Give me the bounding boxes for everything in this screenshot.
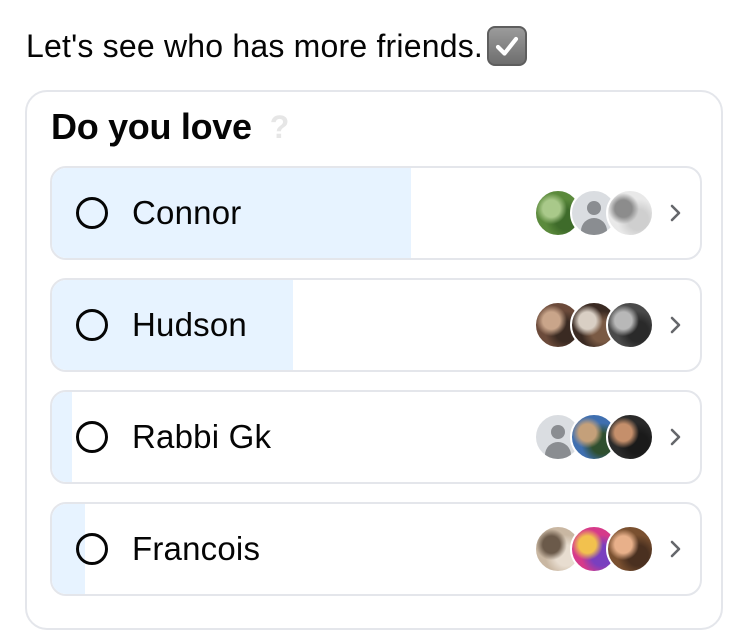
avatar bbox=[606, 189, 654, 237]
vote-share-bar bbox=[52, 392, 72, 482]
voter-avatar-stack[interactable] bbox=[534, 189, 654, 237]
chevron-right-icon[interactable] bbox=[666, 310, 686, 340]
caption-text: Let's see who has more friends. bbox=[26, 27, 483, 64]
post-caption: Let's see who has more friends. bbox=[26, 26, 527, 66]
poll-option[interactable]: Hudson bbox=[50, 278, 702, 372]
poll-card: Do you love ? Connor Hudson Rabbi Gk Franco… bbox=[25, 90, 723, 630]
poll-question: Do you love bbox=[51, 106, 252, 147]
question-mark-icon[interactable]: ? bbox=[270, 111, 290, 143]
radio-button[interactable] bbox=[76, 533, 108, 565]
voter-avatar-stack[interactable] bbox=[534, 525, 654, 573]
poll-option-label: Francois bbox=[132, 530, 261, 567]
chevron-right-icon[interactable] bbox=[666, 534, 686, 564]
avatar bbox=[606, 301, 654, 349]
poll-option-label: Rabbi Gk bbox=[132, 418, 272, 455]
voter-avatar-stack[interactable] bbox=[534, 413, 654, 461]
radio-button[interactable] bbox=[76, 421, 108, 453]
poll-option[interactable]: Francois bbox=[50, 502, 702, 596]
chevron-right-icon[interactable] bbox=[666, 422, 686, 452]
poll-option-label: Hudson bbox=[132, 306, 247, 343]
voter-avatar-stack[interactable] bbox=[534, 301, 654, 349]
avatar bbox=[606, 525, 654, 573]
poll-header: Do you love ? bbox=[51, 106, 289, 148]
poll-option[interactable]: Connor bbox=[50, 166, 702, 260]
poll-option[interactable]: Rabbi Gk bbox=[50, 390, 702, 484]
radio-button[interactable] bbox=[76, 309, 108, 341]
chevron-right-icon[interactable] bbox=[666, 198, 686, 228]
check-mark-button-icon bbox=[486, 26, 527, 66]
poll-option-label: Connor bbox=[132, 194, 242, 231]
avatar bbox=[606, 413, 654, 461]
radio-button[interactable] bbox=[76, 197, 108, 229]
